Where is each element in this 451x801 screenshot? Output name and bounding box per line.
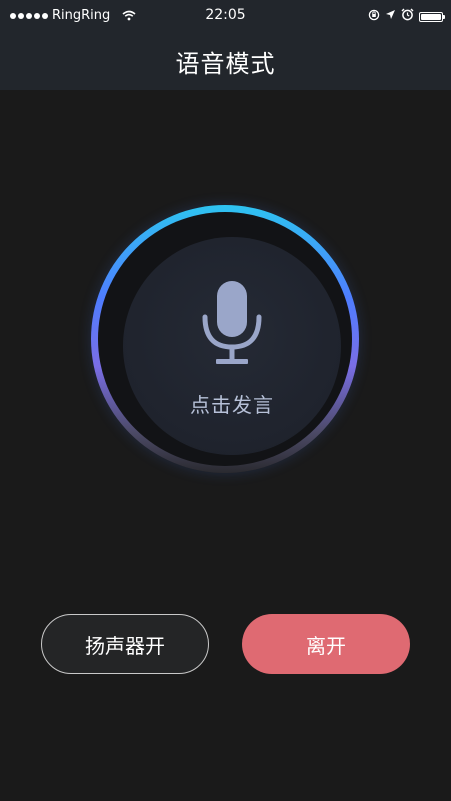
rotation-lock-icon <box>368 9 380 25</box>
leave-button-label: 离开 <box>306 633 346 658</box>
speaker-toggle-button[interactable]: 扬声器开 <box>41 614 209 674</box>
leave-button[interactable]: 离开 <box>242 614 410 674</box>
status-right <box>368 8 445 25</box>
microphone-icon <box>202 281 262 364</box>
tap-to-speak-button[interactable]: 点击发言 <box>123 237 341 455</box>
tap-to-speak-label: 点击发言 <box>190 393 274 417</box>
navigation-bar: 语音模式 <box>0 32 451 90</box>
location-arrow-icon <box>385 9 396 24</box>
alarm-icon <box>401 8 414 25</box>
mic-gradient-ring: 点击发言 <box>91 205 359 473</box>
voice-mode-screen: RingRing 22:05 语音模式 点击发言 扬声器开 离开 <box>0 0 451 801</box>
status-bar: RingRing 22:05 <box>0 0 451 32</box>
speaker-toggle-label: 扬声器开 <box>85 633 165 658</box>
mic-ring-inner-gap: 点击发言 <box>98 212 352 466</box>
battery-icon <box>419 11 445 22</box>
page-title: 语音模式 <box>175 50 276 78</box>
